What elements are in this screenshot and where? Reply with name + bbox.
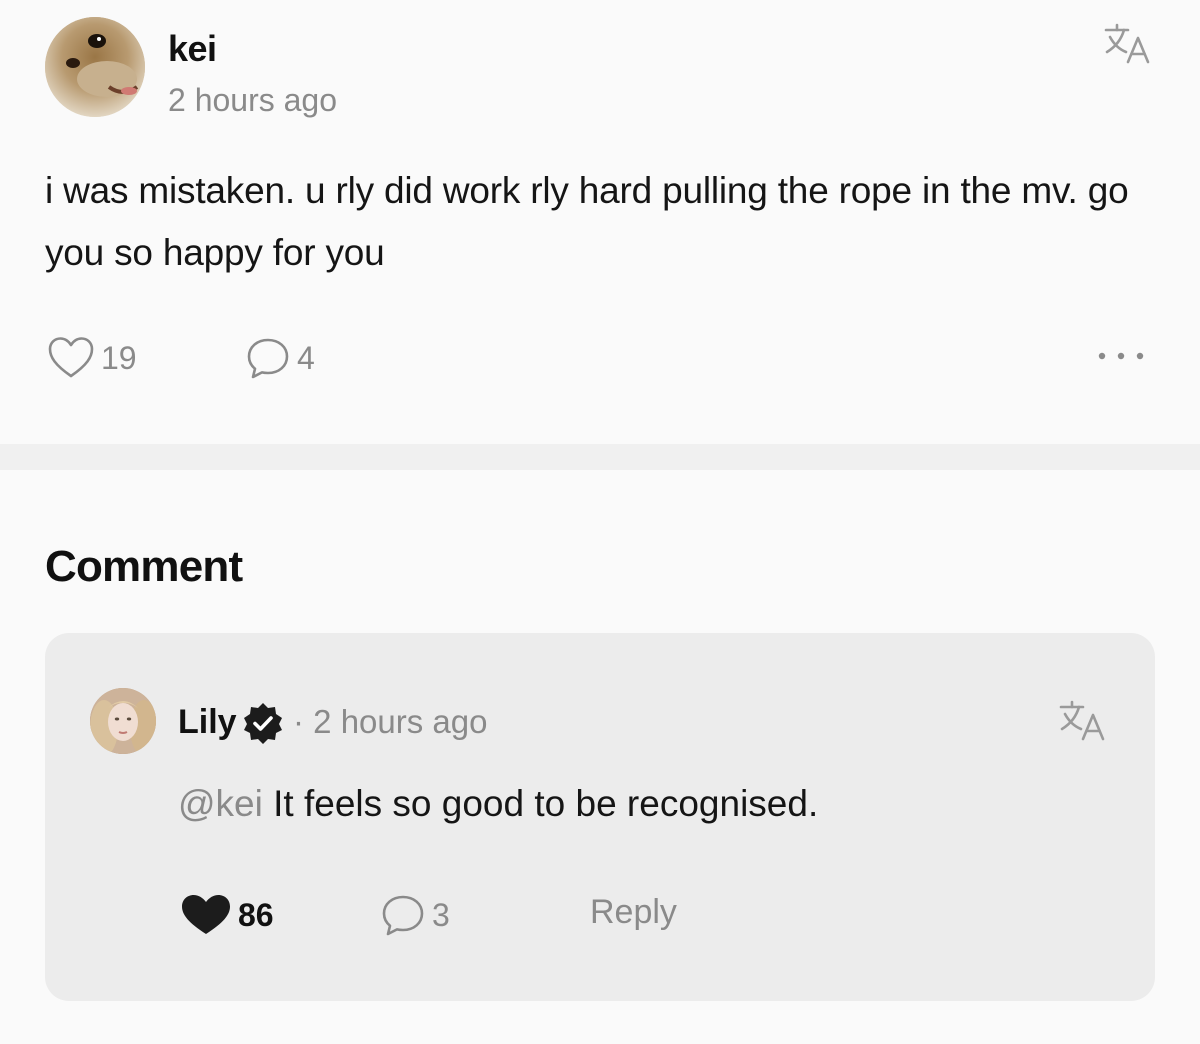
post: kei 2 hours ago i was mistaken. u rly di… <box>0 0 1200 444</box>
heart-outline-icon <box>48 337 94 378</box>
like-button[interactable]: 19 <box>47 336 137 380</box>
comment-meta: · 2 hours ago <box>293 703 487 741</box>
post-body: i was mistaken. u rly did work rly hard … <box>45 170 1129 273</box>
comment-section-heading: Comment <box>45 542 243 591</box>
more-horizontal-icon[interactable] <box>1096 345 1146 367</box>
speech-bubble-icon <box>382 895 424 936</box>
person-photo-avatar-icon <box>90 688 156 754</box>
comment-reply-count-button[interactable]: 3 <box>380 893 450 937</box>
comment-body: @kei It feels so good to be recognised. <box>178 783 818 825</box>
like-count: 19 <box>101 339 137 376</box>
dog-photo-avatar-icon <box>45 17 145 117</box>
commenter-name[interactable]: Lily <box>178 703 237 742</box>
heart-filled-icon <box>182 895 230 934</box>
speech-bubble-icon <box>247 338 289 379</box>
translate-icon[interactable] <box>1102 22 1150 66</box>
translate-icon[interactable] <box>1057 699 1105 743</box>
post-timestamp: 2 hours ago <box>168 82 338 118</box>
comment-like-count: 86 <box>238 896 274 933</box>
mention-link[interactable]: @kei <box>178 783 263 824</box>
comment-text: It feels so good to be recognised. <box>262 783 819 824</box>
comment-timestamp: 2 hours ago <box>313 703 488 740</box>
comment-count: 4 <box>297 339 315 376</box>
comment-card: Lily · 2 hours ago @kei It feels so good… <box>45 633 1155 1001</box>
reply-button[interactable]: Reply <box>590 893 677 932</box>
verified-badge-icon <box>241 701 285 745</box>
comment-like-button[interactable]: 86 <box>180 893 274 937</box>
section-divider <box>0 444 1200 470</box>
author-name[interactable]: kei <box>168 28 217 70</box>
meta-separator: · <box>293 703 304 740</box>
comment-button[interactable]: 4 <box>245 336 315 380</box>
author-avatar[interactable] <box>45 17 145 117</box>
comment-reply-count: 3 <box>432 896 450 933</box>
commenter-avatar[interactable] <box>90 688 156 754</box>
